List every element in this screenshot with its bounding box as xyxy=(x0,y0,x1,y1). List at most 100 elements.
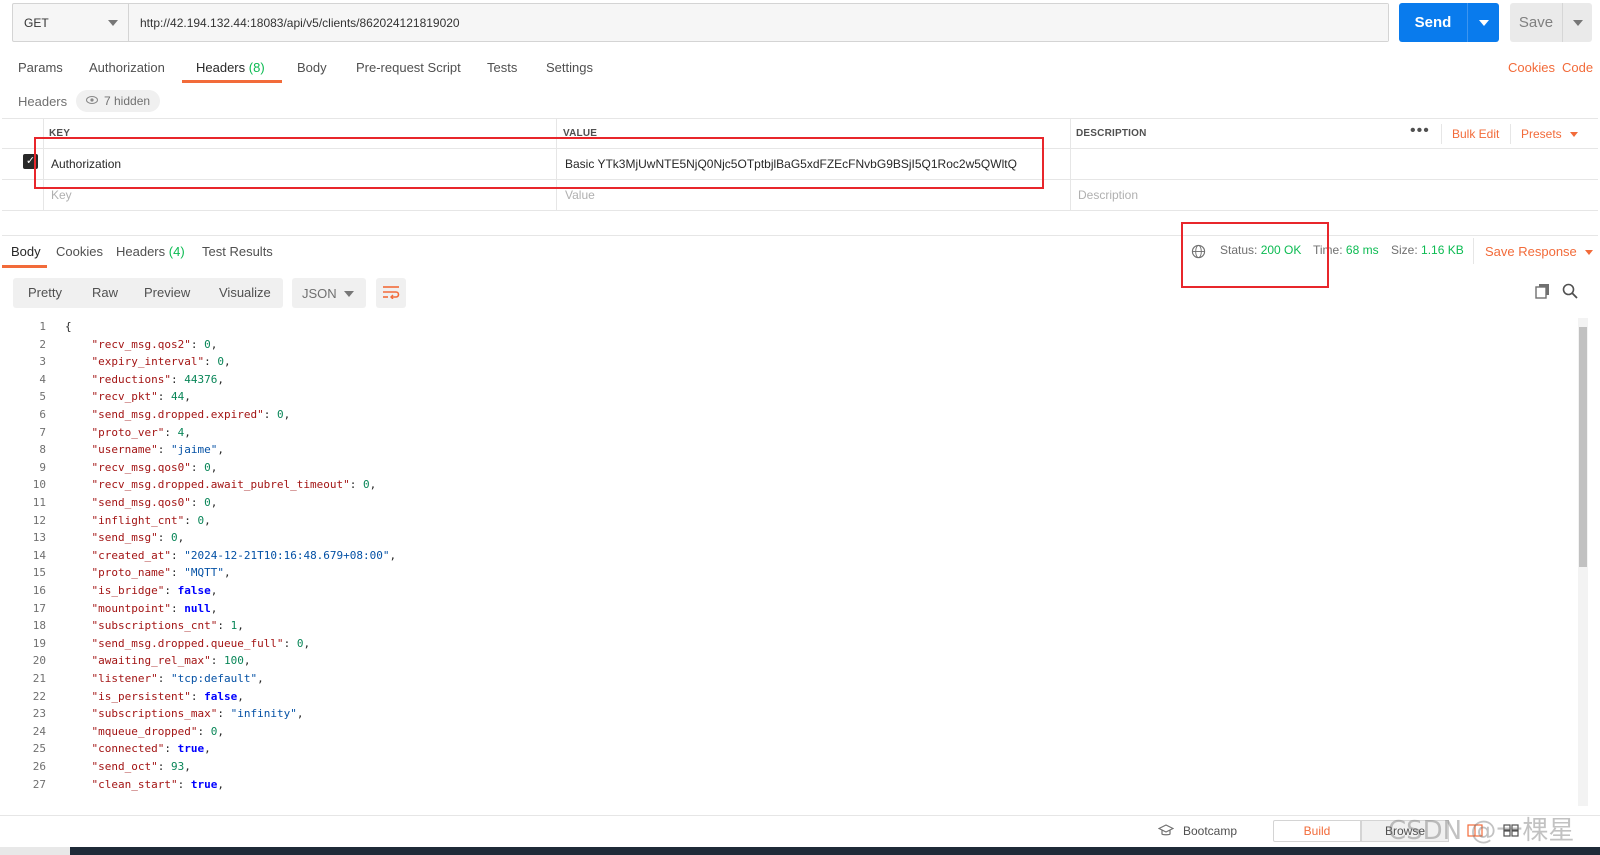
code-line: "recv_msg.dropped.await_pubrel_timeout":… xyxy=(91,478,377,492)
line-number: 21 xyxy=(32,672,46,685)
line-number: 9 xyxy=(39,460,46,474)
tab-label: Test Results xyxy=(202,244,273,259)
scrollbar-thumb[interactable] xyxy=(1579,327,1587,567)
json-key: "is_bridge" xyxy=(91,584,165,597)
line-number: 12 xyxy=(32,513,46,527)
hidden-headers-toggle[interactable]: 7 hidden xyxy=(76,90,161,112)
request-url-bar: GET http://42.194.132.44:18083/api/v5/cl… xyxy=(12,3,1389,42)
json-key: "reductions" xyxy=(91,372,171,386)
copy-icon[interactable] xyxy=(1535,283,1551,302)
url-text: http://42.194.132.44:18083/api/v5/client… xyxy=(140,15,460,30)
view-raw[interactable]: Raw xyxy=(92,285,118,300)
line-number: 16 xyxy=(32,584,46,597)
time-value[interactable]: 68 ms xyxy=(1346,243,1379,257)
line-number: 4 xyxy=(39,372,46,386)
code-line: "recv_pkt": 44, xyxy=(91,390,191,404)
json-value: "jaime" xyxy=(170,443,218,457)
active-tab-indicator xyxy=(182,80,282,83)
code-line: "subscriptions_cnt": 1, xyxy=(91,619,244,633)
line-number: 14 xyxy=(32,548,46,562)
tab-label: Body xyxy=(297,60,327,75)
response-tab-cookies[interactable]: Cookies xyxy=(56,244,103,259)
format-label: JSON xyxy=(302,285,337,301)
table-top-border xyxy=(2,118,1598,119)
json-value: 0 xyxy=(170,531,178,545)
line-number: 15 xyxy=(32,566,46,580)
json-value: false xyxy=(204,689,238,703)
code-link[interactable]: Code xyxy=(1562,60,1593,75)
code-line: "inflight_cnt": 0, xyxy=(91,513,211,527)
presets-dropdown[interactable]: Presets xyxy=(1521,127,1578,141)
json-value: "MQTT" xyxy=(184,566,224,580)
code-line: "created_at": "2024-12-21T10:16:48.679+0… xyxy=(91,548,397,562)
chevron-down-icon xyxy=(1569,132,1578,138)
highlight-annotation-box xyxy=(1181,222,1329,288)
tab-params[interactable]: Params xyxy=(18,60,63,75)
code-line: "send_msg.qos0": 0, xyxy=(91,496,218,509)
tab-pre-request-script[interactable]: Pre-request Script xyxy=(356,60,461,75)
new-key-input[interactable]: Key xyxy=(51,188,72,202)
json-key: "mqueue_dropped" xyxy=(91,724,198,738)
presets-label: Presets xyxy=(1521,127,1562,141)
wrap-lines-button[interactable] xyxy=(376,278,406,308)
os-taskbar xyxy=(70,847,1600,855)
response-body-editor[interactable]: 1 {2 "recv_msg.qos2": 0, 3 "expiry_interva… xyxy=(0,318,1575,806)
save-options-dropdown[interactable] xyxy=(1562,3,1592,42)
tab-label: Params xyxy=(18,60,63,75)
response-tab-test-results[interactable]: Test Results xyxy=(202,244,273,259)
line-number: 24 xyxy=(32,724,46,738)
json-key: "awaiting_rel_max" xyxy=(91,654,211,668)
line-number: 20 xyxy=(32,654,46,668)
method-select[interactable]: GET xyxy=(13,4,129,41)
json-key: "subscriptions_cnt" xyxy=(91,619,218,633)
json-key: "subscriptions_max" xyxy=(91,707,218,721)
build-label: Build xyxy=(1303,824,1331,838)
response-tab-body[interactable]: Body xyxy=(11,244,41,259)
json-value: "tcp:default" xyxy=(170,672,258,685)
bootcamp-link[interactable]: Bootcamp xyxy=(1183,824,1237,838)
size-value[interactable]: 1.16 KB xyxy=(1421,243,1464,257)
cookies-link[interactable]: Cookies xyxy=(1508,60,1555,75)
json-value: true xyxy=(190,777,218,791)
view-visualize[interactable]: Visualize xyxy=(219,285,271,300)
response-tab-headers[interactable]: Headers (4) xyxy=(116,244,185,259)
send-options-dropdown[interactable] xyxy=(1467,3,1499,42)
json-key: "is_persistent" xyxy=(91,689,191,703)
json-key: "mountpoint" xyxy=(91,601,171,615)
bulk-edit-link[interactable]: Bulk Edit xyxy=(1452,127,1499,141)
line-number: 5 xyxy=(39,390,46,404)
code-line: "recv_msg.qos2": 0, xyxy=(91,337,218,351)
new-value-input[interactable]: Value xyxy=(565,188,595,202)
tab-authorization[interactable]: Authorization xyxy=(89,60,165,75)
json-value: 0 xyxy=(276,408,284,421)
tab-tests[interactable]: Tests xyxy=(487,60,517,75)
new-description-input[interactable]: Description xyxy=(1078,188,1138,202)
build-mode-button[interactable]: Build xyxy=(1273,820,1361,842)
line-number: 26 xyxy=(32,760,46,773)
json-key: "recv_msg.qos0" xyxy=(91,460,191,474)
save-response-dropdown[interactable]: Save Response xyxy=(1485,244,1593,259)
headers-section-title: Headers xyxy=(18,94,68,109)
chevron-down-icon xyxy=(108,20,118,26)
tab-settings[interactable]: Settings xyxy=(546,60,593,75)
json-key: "send_oct" xyxy=(91,760,158,773)
bootcamp-icon xyxy=(1157,824,1175,840)
chevron-down-icon xyxy=(1584,250,1593,256)
send-button[interactable]: Send xyxy=(1399,3,1499,42)
code-line: "listener": "tcp:default", xyxy=(91,672,264,685)
view-pretty[interactable]: Pretty xyxy=(28,285,62,300)
url-input[interactable]: http://42.194.132.44:18083/api/v5/client… xyxy=(129,4,1388,41)
save-button[interactable]: Save xyxy=(1510,3,1592,42)
code-line: "connected": true, xyxy=(91,742,211,756)
tab-headers[interactable]: Headers (8) xyxy=(196,60,265,75)
json-key: "send_msg" xyxy=(91,531,158,545)
code-line: "mqueue_dropped": 0, xyxy=(91,724,224,738)
tab-label: Headers xyxy=(196,60,246,75)
view-preview[interactable]: Preview xyxy=(144,285,190,300)
view-mode-group: Pretty Raw Preview Visualize xyxy=(13,278,283,308)
format-select[interactable]: JSON xyxy=(292,278,366,308)
more-options-icon[interactable]: ••• xyxy=(1410,122,1430,140)
action-divider xyxy=(1441,124,1442,144)
search-icon[interactable] xyxy=(1562,283,1578,302)
tab-body[interactable]: Body xyxy=(297,60,327,75)
